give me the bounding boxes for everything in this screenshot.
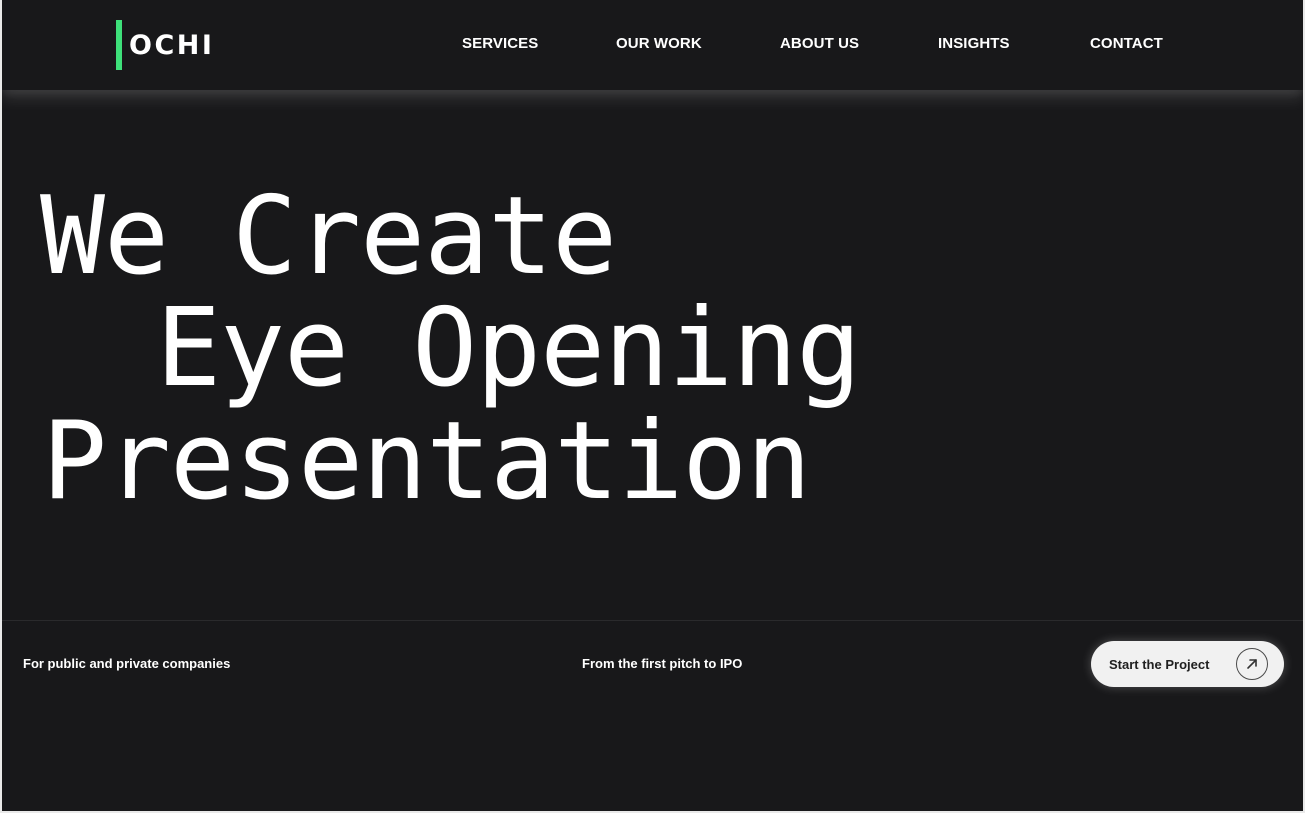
main-nav: SERVICES OUR WORK ABOUT US INSIGHTS CONT… — [2, 35, 1303, 55]
top-navbar: OCHI SERVICES OUR WORK ABOUT US INSIGHTS… — [2, 0, 1303, 90]
nav-link-our-work[interactable]: OUR WORK — [616, 35, 702, 52]
hero-heading-line-3: Presentation — [42, 399, 811, 524]
arrow-up-right-icon — [1236, 648, 1268, 680]
hero-section: We Create Eye Opening Presentation — [2, 90, 1303, 620]
tagline-pitch-to-ipo: From the first pitch to IPO — [582, 656, 743, 671]
nav-link-about-us[interactable]: ABOUT US — [780, 35, 859, 52]
nav-link-services[interactable]: SERVICES — [462, 35, 538, 52]
start-project-label: Start the Project — [1109, 656, 1210, 672]
hero-heading-line-1: We Create — [40, 174, 617, 299]
tagline-companies: For public and private companies — [23, 656, 231, 671]
nav-link-contact[interactable]: CONTACT — [1090, 35, 1163, 52]
start-project-button[interactable]: Start the Project — [1091, 641, 1284, 687]
landing-page: OCHI SERVICES OUR WORK ABOUT US INSIGHTS… — [0, 0, 1305, 813]
section-divider — [2, 620, 1303, 621]
nav-link-insights[interactable]: INSIGHTS — [938, 35, 1010, 52]
hero-heading-line-2: Eye Opening — [156, 286, 861, 411]
